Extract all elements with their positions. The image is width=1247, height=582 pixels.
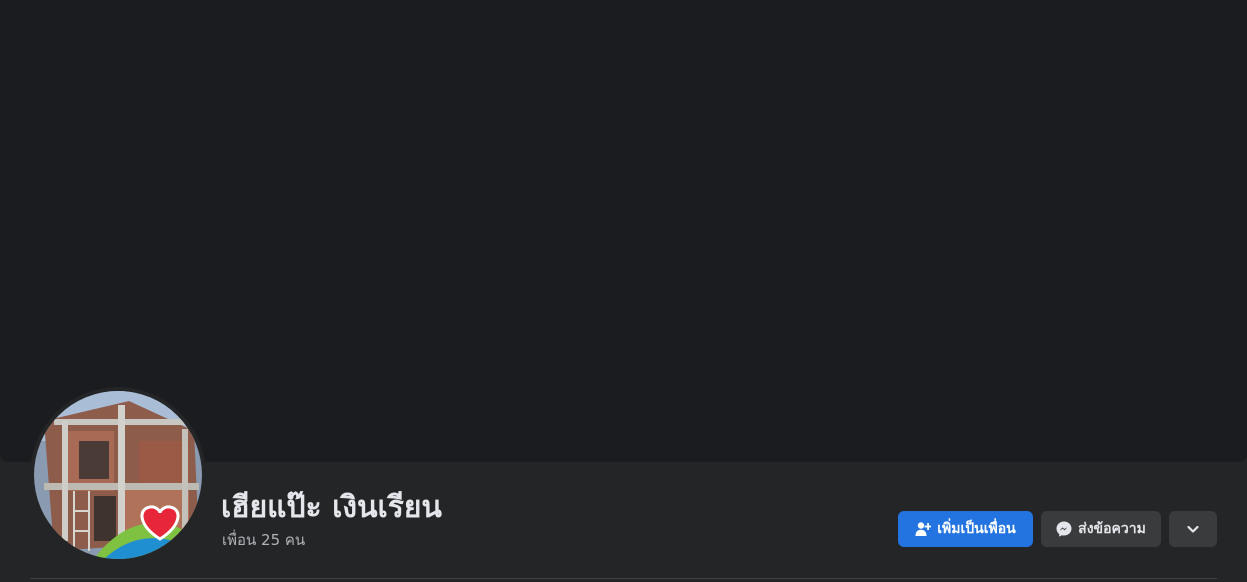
profile-page: เฮียแป๊ะ เงินเรียน เพื่อน 25 คน เพิ่มเป็…: [0, 0, 1247, 582]
cover-photo[interactable]: [0, 0, 1247, 462]
message-button[interactable]: ส่งข้อความ: [1041, 511, 1161, 547]
avatar-image: [34, 391, 202, 559]
avatar[interactable]: [34, 391, 202, 559]
chevron-down-icon: [1185, 521, 1201, 537]
message-label: ส่งข้อความ: [1078, 521, 1146, 537]
person-add-icon: [915, 521, 932, 537]
profile-picture[interactable]: [30, 387, 206, 563]
add-friend-button[interactable]: เพิ่มเป็นเพื่อน: [898, 511, 1033, 547]
messenger-icon: [1056, 521, 1072, 537]
add-friend-label: เพิ่มเป็นเพื่อน: [937, 521, 1016, 537]
profile-name: เฮียแป๊ะ เงินเรียน: [221, 490, 442, 525]
more-options-button[interactable]: [1169, 511, 1217, 547]
divider: [30, 578, 1217, 579]
friends-count-link[interactable]: เพื่อน 25 คน: [222, 528, 305, 552]
